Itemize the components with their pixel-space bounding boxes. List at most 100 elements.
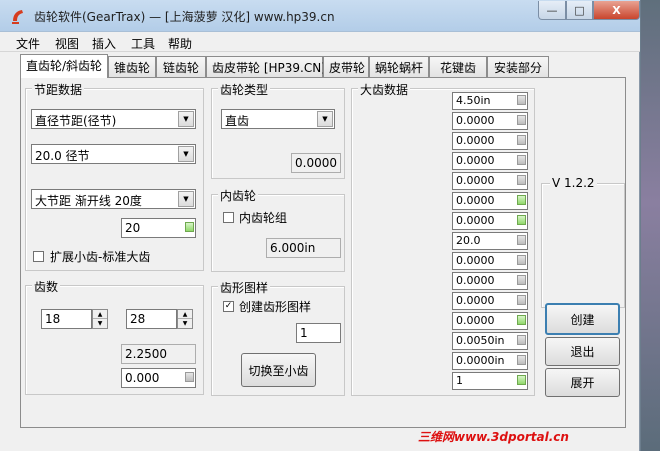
gear-teeth-spinner[interactable]: ▲ ▼ (177, 309, 193, 329)
gear-data-row[interactable]: 0.0000 (452, 172, 528, 190)
slider-grip-icon[interactable] (517, 135, 526, 145)
gear-data-row[interactable]: 0.0000 (452, 272, 528, 290)
teeth-title: 齿数 (32, 278, 61, 295)
create-button[interactable]: 创建 (545, 303, 620, 335)
gear-data-value: 0.0000 (456, 114, 495, 127)
pinion-teeth-spinner[interactable]: ▲ ▼ (92, 309, 108, 329)
slider-grip-icon[interactable] (517, 315, 526, 325)
gear-data-row[interactable]: 0.0050in (452, 332, 528, 350)
version-label: V 1.2.2 (550, 176, 597, 190)
exit-button[interactable]: 退出 (545, 337, 620, 366)
pitch-type-select[interactable]: 直径节距(径节) ▼ (31, 109, 196, 129)
tab-sprocket[interactable]: 链齿轮 (156, 56, 206, 77)
spin-down-icon[interactable]: ▼ (178, 319, 192, 328)
create-profile-label: 创建齿形图样 (239, 300, 312, 314)
profile-count-input[interactable]: 1 (296, 323, 341, 343)
gear-type-select[interactable]: 直齿 ▼ (221, 109, 335, 129)
slider-grip-icon[interactable] (185, 222, 194, 232)
maximize-button[interactable]: □ (566, 1, 593, 20)
expand-button[interactable]: 展开 (545, 368, 620, 397)
tab-spur-helical[interactable]: 直齿轮/斜齿轮 (20, 54, 108, 78)
slider-grip-icon[interactable] (517, 95, 526, 105)
spin-up-icon[interactable]: ▲ (93, 310, 107, 319)
tab-mounting[interactable]: 安装部分 (487, 56, 549, 77)
gear-data-value: 0.0050in (456, 334, 505, 347)
gear-data-row[interactable]: 1 (452, 372, 528, 390)
gear-data-value: 0.0000 (456, 134, 495, 147)
desktop-background (641, 0, 660, 451)
pitch-data-title: 节距数据 (32, 81, 85, 98)
gear-data-row[interactable]: 20.0 (452, 232, 528, 250)
pitch-value-text: 20.0 径节 (35, 149, 90, 163)
slider-grip-icon[interactable] (517, 295, 526, 305)
dropdown-arrow-icon[interactable]: ▼ (178, 191, 194, 207)
gear-data-row[interactable]: 0.0000 (452, 312, 528, 330)
slider-grip-icon[interactable] (517, 155, 526, 165)
tab-worm[interactable]: 蜗轮蜗杆 (369, 56, 429, 77)
gear-data-value: 0.0000 (456, 154, 495, 167)
gear-data-row[interactable]: 0.0000in (452, 352, 528, 370)
dropdown-arrow-icon[interactable]: ▼ (178, 146, 194, 162)
spin-down-icon[interactable]: ▼ (93, 319, 107, 328)
menu-bar: 文件 视图 插入 工具 帮助 (0, 32, 640, 52)
title-bar: 齿轮软件(GearTrax) — [上海菠萝 汉化] www.hp39.cn —… (0, 0, 640, 32)
gear-data-row[interactable]: 0.0000 (452, 132, 528, 150)
gear-data-row[interactable]: 0.0000 (452, 292, 528, 310)
tab-pulley[interactable]: 皮带轮 (323, 56, 369, 77)
pitch-type-value: 直径节距(径节) (35, 114, 117, 128)
gear-data-value: 0.0000 (456, 194, 495, 207)
pressure-angle-value: 20 (125, 221, 141, 235)
gear-data-row[interactable]: 0.0000 (452, 212, 528, 230)
menu-insert[interactable]: 插入 (92, 35, 116, 52)
create-profile-checkbox[interactable]: ✓ (223, 301, 234, 312)
gear-data-row[interactable]: 0.0000 (452, 192, 528, 210)
slider-grip-icon[interactable] (517, 355, 526, 365)
ratio-field: 2.2500 (121, 344, 196, 364)
close-button[interactable]: X (593, 1, 640, 20)
pitch-value-select[interactable]: 20.0 径节 ▼ (31, 144, 196, 164)
menu-view[interactable]: 视图 (55, 35, 79, 52)
slider-grip-icon[interactable] (517, 195, 526, 205)
gear-data-value: 0.0000 (456, 174, 495, 187)
gear-data-value: 4.50in (456, 94, 491, 107)
tab-bevel[interactable]: 锥齿轮 (108, 56, 156, 77)
pressure-angle-select[interactable]: 大节距 渐开线 20度 ▼ (31, 189, 196, 209)
extra-field[interactable]: 0.000 (121, 368, 196, 388)
slider-grip-icon[interactable] (517, 275, 526, 285)
slider-grip-icon[interactable] (517, 215, 526, 225)
slider-grip-icon[interactable] (185, 372, 194, 382)
internal-gear-checkbox[interactable] (223, 212, 234, 223)
watermark-text: 三维网www.3dportal.cn (418, 430, 569, 444)
tab-panel: 节距数据 直径节距(径节) ▼ 20.0 径节 ▼ 大节距 渐开线 20度 ▼ … (20, 77, 626, 428)
menu-file[interactable]: 文件 (16, 35, 40, 52)
switch-pinion-button[interactable]: 切换至小齿 (241, 353, 316, 387)
gear-data-value: 0.0000 (456, 294, 495, 307)
extend-checkbox[interactable] (33, 251, 44, 262)
gear-data-row[interactable]: 4.50in (452, 92, 528, 110)
gear-data-row[interactable]: 0.0000 (452, 252, 528, 270)
slider-grip-icon[interactable] (517, 115, 526, 125)
menu-help[interactable]: 帮助 (168, 35, 192, 52)
minimize-button[interactable]: — (538, 1, 566, 20)
profile-title: 齿形图样 (218, 279, 271, 296)
slider-grip-icon[interactable] (517, 335, 526, 345)
gear-data-row[interactable]: 0.0000 (452, 152, 528, 170)
slider-grip-icon[interactable] (517, 255, 526, 265)
internal-gear-field: 6.000in (266, 238, 341, 258)
gear-teeth-input[interactable]: 28 (126, 309, 177, 329)
slider-grip-icon[interactable] (517, 175, 526, 185)
dropdown-arrow-icon[interactable]: ▼ (178, 111, 194, 127)
menu-tools[interactable]: 工具 (131, 35, 155, 52)
profile-group: 齿形图样 ✓ 创建齿形图样 1 切换至小齿 (211, 279, 345, 396)
pinion-teeth-input[interactable]: 18 (41, 309, 92, 329)
gear-type-title: 齿轮类型 (218, 81, 271, 98)
tab-spline[interactable]: 花键齿 (429, 56, 487, 77)
tab-timing-pulley[interactable]: 齿皮带轮 [HP39.CN] (206, 56, 326, 77)
pressure-angle-field[interactable]: 20 (121, 218, 196, 238)
spin-up-icon[interactable]: ▲ (178, 310, 192, 319)
slider-grip-icon[interactable] (517, 235, 526, 245)
dropdown-arrow-icon[interactable]: ▼ (317, 111, 333, 127)
extra-value: 0.000 (125, 371, 160, 385)
gear-data-row[interactable]: 0.0000 (452, 112, 528, 130)
slider-grip-icon[interactable] (517, 375, 526, 385)
